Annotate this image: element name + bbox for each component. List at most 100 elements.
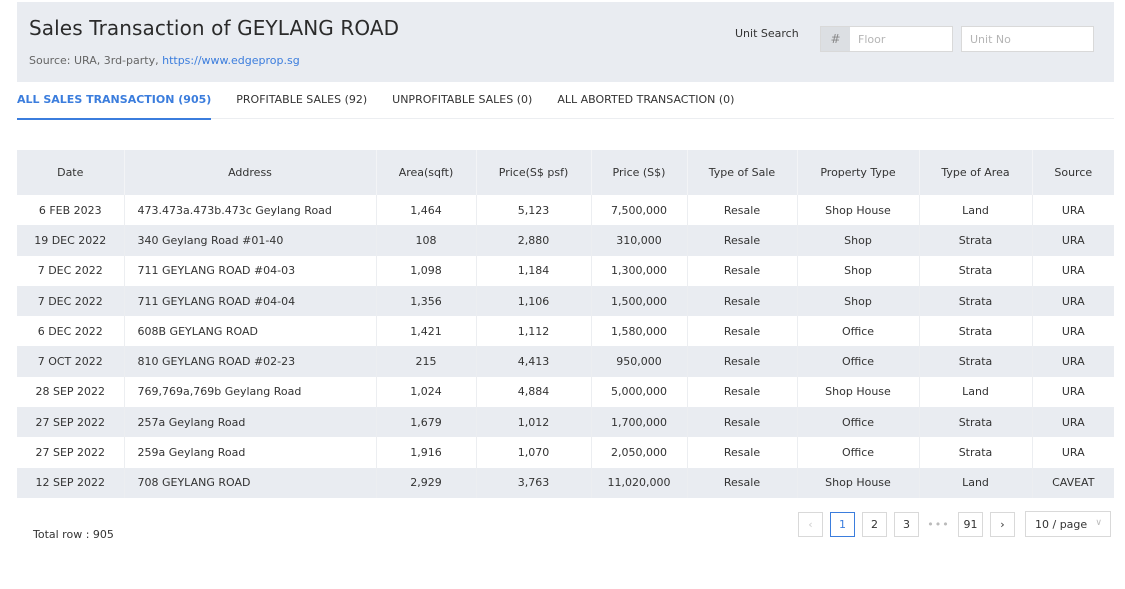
cell-date: 19 DEC 2022 bbox=[17, 225, 125, 256]
chevron-left-icon: ‹ bbox=[808, 517, 813, 531]
page-button-1[interactable]: 1 bbox=[830, 511, 855, 537]
cell-price-psf: 5,123 bbox=[476, 195, 592, 226]
floor-input-group: # bbox=[820, 26, 953, 52]
cell-property-type: Office bbox=[797, 316, 920, 347]
page-size-value: 10 / page bbox=[1035, 517, 1088, 531]
cell-type-of-sale: Resale bbox=[687, 195, 798, 226]
source-link[interactable]: https://www.edgeprop.sg bbox=[162, 54, 300, 67]
chevron-down-icon: ∨ bbox=[1095, 518, 1102, 528]
cell-price: 1,500,000 bbox=[591, 285, 688, 317]
cell-price-psf: 4,413 bbox=[476, 346, 592, 377]
tab-all-aborted-transaction[interactable]: ALL ABORTED TRANSACTION (0) bbox=[557, 82, 734, 119]
cell-type-of-sale: Resale bbox=[687, 376, 798, 408]
cell-type-of-sale: Resale bbox=[687, 225, 798, 256]
cell-price: 2,050,000 bbox=[591, 437, 688, 468]
page-button-last[interactable]: 91 bbox=[958, 511, 983, 537]
cell-property-type: Shop bbox=[797, 225, 920, 256]
cell-address: 810 GEYLANG ROAD #02-23 bbox=[124, 346, 377, 377]
table-row[interactable]: 6 FEB 2023 473.473a.473b.473c Geylang Roa… bbox=[17, 195, 1114, 226]
column-header-source[interactable]: Source bbox=[1032, 150, 1114, 195]
page-header: Sales Transaction of GEYLANG ROAD Source… bbox=[17, 2, 1114, 82]
cell-source: URA bbox=[1032, 285, 1114, 317]
cell-source: URA bbox=[1032, 437, 1114, 468]
floor-input[interactable] bbox=[850, 27, 952, 51]
page-size-select[interactable]: 10 / page ∨ bbox=[1025, 511, 1111, 537]
cell-address: 711 GEYLANG ROAD #04-04 bbox=[124, 285, 377, 317]
column-header-type-of-area[interactable]: Type of Area bbox=[919, 150, 1033, 195]
cell-price-psf: 4,884 bbox=[476, 376, 592, 408]
cell-source: URA bbox=[1032, 195, 1114, 226]
tab-all-sales-transaction[interactable]: ALL SALES TRANSACTION (905) bbox=[17, 82, 212, 120]
cell-address: 473.473a.473b.473c Geylang Road bbox=[124, 195, 377, 226]
cell-date: 6 FEB 2023 bbox=[17, 195, 125, 226]
column-header-price-psf[interactable]: Price(S$ psf) bbox=[476, 150, 592, 195]
cell-date: 7 DEC 2022 bbox=[17, 255, 125, 286]
cell-price: 950,000 bbox=[591, 346, 688, 377]
prev-page-button[interactable]: ‹ bbox=[798, 511, 823, 537]
page-ellipsis[interactable]: ••• bbox=[926, 518, 951, 531]
cell-date: 6 DEC 2022 bbox=[17, 316, 125, 347]
table-row[interactable]: 19 DEC 2022 340 Geylang Road #01-40 108 2,8… bbox=[17, 225, 1114, 256]
cell-address: 769,769a,769b Geylang Road bbox=[124, 376, 377, 408]
table-row[interactable]: 27 SEP 2022 257a Geylang Road 1,679 1,012 1,… bbox=[17, 407, 1114, 438]
cell-source: URA bbox=[1032, 346, 1114, 377]
cell-property-type: Office bbox=[797, 437, 920, 468]
cell-type-of-sale: Resale bbox=[687, 316, 798, 347]
cell-price: 1,580,000 bbox=[591, 316, 688, 347]
cell-area: 1,356 bbox=[376, 285, 477, 317]
transaction-tabs: ALL SALES TRANSACTION (905) PROFITABLE S… bbox=[17, 82, 1114, 120]
table-row[interactable]: 7 DEC 2022 711 GEYLANG ROAD #04-03 1,098 1,… bbox=[17, 255, 1114, 286]
cell-type-of-area: Strata bbox=[919, 316, 1033, 347]
cell-area: 1,679 bbox=[376, 407, 477, 438]
cell-date: 7 OCT 2022 bbox=[17, 346, 125, 377]
cell-source: CAVEAT bbox=[1032, 467, 1114, 498]
page-button-2[interactable]: 2 bbox=[862, 511, 887, 537]
column-header-type-of-sale[interactable]: Type of Sale bbox=[687, 150, 798, 195]
cell-source: URA bbox=[1032, 255, 1114, 286]
page-button-3[interactable]: 3 bbox=[894, 511, 919, 537]
source-text: Source: URA, 3rd-party, bbox=[29, 54, 159, 67]
cell-type-of-area: Strata bbox=[919, 225, 1033, 256]
cell-price-psf: 1,184 bbox=[476, 255, 592, 286]
cell-address: 711 GEYLANG ROAD #04-03 bbox=[124, 255, 377, 286]
column-header-area[interactable]: Area(sqft) bbox=[376, 150, 477, 195]
cell-price: 7,500,000 bbox=[591, 195, 688, 226]
column-header-property-type[interactable]: Property Type bbox=[797, 150, 920, 195]
cell-date: 27 SEP 2022 bbox=[17, 437, 125, 468]
cell-type-of-area: Strata bbox=[919, 407, 1033, 438]
cell-date: 7 DEC 2022 bbox=[17, 285, 125, 317]
table-row[interactable]: 7 OCT 2022 810 GEYLANG ROAD #02-23 215 4,41… bbox=[17, 346, 1114, 377]
source-line: Source: URA, 3rd-party, https://www.edge… bbox=[29, 54, 300, 67]
cell-date: 27 SEP 2022 bbox=[17, 407, 125, 438]
next-page-button[interactable]: › bbox=[990, 511, 1015, 537]
cell-type-of-sale: Resale bbox=[687, 285, 798, 317]
chevron-right-icon: › bbox=[1000, 517, 1005, 531]
cell-property-type: Office bbox=[797, 407, 920, 438]
unit-search-label: Unit Search bbox=[735, 27, 799, 40]
table-row[interactable]: 6 DEC 2022 608B GEYLANG ROAD 1,421 1,112 1,5… bbox=[17, 316, 1114, 347]
cell-area: 108 bbox=[376, 225, 477, 256]
table-row[interactable]: 7 DEC 2022 711 GEYLANG ROAD #04-04 1,356 1,… bbox=[17, 285, 1114, 317]
column-header-date[interactable]: Date bbox=[17, 150, 125, 195]
cell-type-of-sale: Resale bbox=[687, 467, 798, 498]
cell-property-type: Shop House bbox=[797, 195, 920, 226]
cell-price-psf: 1,112 bbox=[476, 316, 592, 347]
table-row[interactable]: 12 SEP 2022 708 GEYLANG ROAD 2,929 3,763 11,… bbox=[17, 467, 1114, 498]
cell-property-type: Shop bbox=[797, 255, 920, 286]
tab-unprofitable-sales[interactable]: UNPROFITABLE SALES (0) bbox=[392, 82, 532, 119]
table-body: 6 FEB 2023 473.473a.473b.473c Geylang Roa… bbox=[17, 195, 1114, 498]
tab-profitable-sales[interactable]: PROFITABLE SALES (92) bbox=[236, 82, 367, 119]
column-header-address[interactable]: Address bbox=[124, 150, 377, 195]
unit-no-input[interactable] bbox=[961, 26, 1094, 52]
table-row[interactable]: 28 SEP 2022 769,769a,769b Geylang Road 1,0… bbox=[17, 376, 1114, 408]
cell-price: 1,700,000 bbox=[591, 407, 688, 438]
cell-source: URA bbox=[1032, 376, 1114, 408]
cell-property-type: Shop House bbox=[797, 376, 920, 408]
cell-address: 259a Geylang Road bbox=[124, 437, 377, 468]
column-header-price[interactable]: Price (S$) bbox=[591, 150, 688, 195]
cell-type-of-area: Strata bbox=[919, 285, 1033, 317]
cell-price-psf: 1,012 bbox=[476, 407, 592, 438]
cell-area: 2,929 bbox=[376, 467, 477, 498]
table-row[interactable]: 27 SEP 2022 259a Geylang Road 1,916 1,070 2,… bbox=[17, 437, 1114, 468]
cell-type-of-area: Land bbox=[919, 467, 1033, 498]
